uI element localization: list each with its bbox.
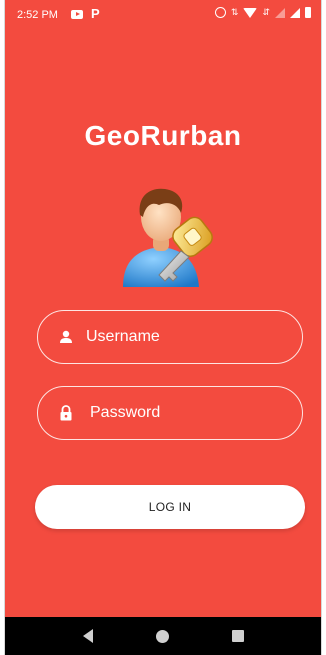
p-icon: P <box>91 6 100 21</box>
password-field[interactable] <box>37 386 303 440</box>
signal-icon <box>290 7 300 18</box>
user-key-icon <box>123 188 213 287</box>
signal-icon-sim2 <box>275 7 285 18</box>
username-input[interactable] <box>86 328 266 346</box>
login-screen: 2:52 PM P ⇅ ⇵ GeoRurban Username LOG IN <box>4 0 322 655</box>
wifi-icon <box>243 7 258 18</box>
data-arrows-icon: ⇅ <box>230 7 239 17</box>
username-field[interactable] <box>37 310 303 364</box>
person-icon <box>58 329 74 345</box>
navigation-bar <box>5 617 321 655</box>
home-icon[interactable] <box>155 629 169 643</box>
status-bar: 2:52 PM P ⇅ ⇵ <box>5 0 321 30</box>
status-right-icons: ⇅ ⇵ <box>214 7 311 18</box>
recents-icon[interactable] <box>231 630 244 642</box>
youtube-icon <box>71 9 83 19</box>
mobile-data-icon: ⇵ <box>262 7 270 17</box>
status-time: 2:52 PM <box>17 9 58 21</box>
alarm-icon <box>214 7 226 18</box>
battery-icon <box>305 7 311 18</box>
login-button[interactable]: LOG IN <box>35 485 305 529</box>
app-title: GeoRurban <box>84 120 242 151</box>
status-left-icons: P <box>71 6 100 21</box>
lock-icon <box>58 405 74 421</box>
password-input[interactable] <box>90 404 270 422</box>
back-icon[interactable] <box>82 629 93 643</box>
